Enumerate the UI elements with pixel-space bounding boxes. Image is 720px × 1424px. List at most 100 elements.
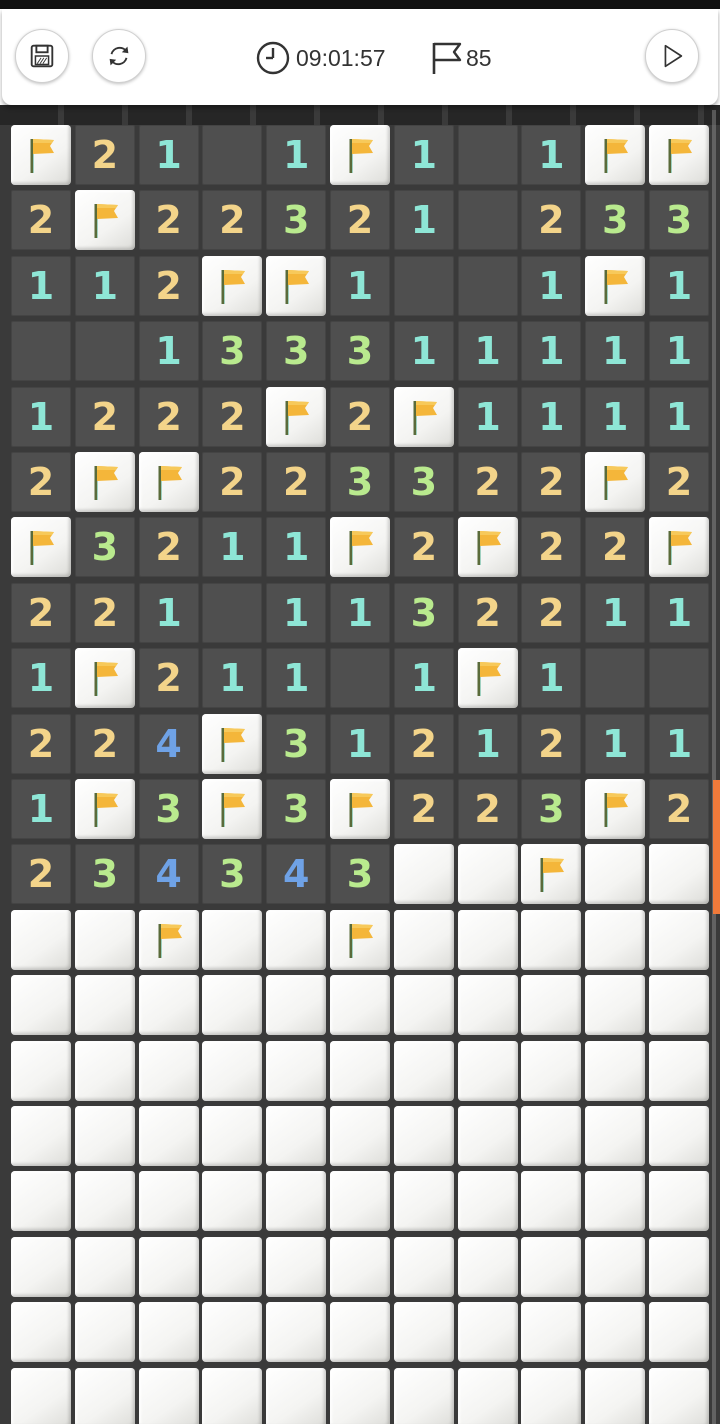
covered-cell[interactable] <box>266 1106 327 1166</box>
covered-cell[interactable] <box>202 1236 263 1297</box>
number-cell[interactable]: 1 <box>521 255 582 316</box>
number-cell[interactable]: 2 <box>521 713 582 774</box>
covered-cell[interactable] <box>649 1236 709 1297</box>
covered-cell[interactable] <box>521 1236 582 1297</box>
number-cell[interactable]: 3 <box>138 779 199 839</box>
number-cell[interactable]: 1 <box>649 321 709 382</box>
empty-cell[interactable] <box>11 321 71 382</box>
covered-cell[interactable] <box>330 1302 390 1363</box>
number-cell[interactable]: 2 <box>74 386 135 447</box>
covered-cell[interactable] <box>585 909 646 970</box>
number-cell[interactable]: 2 <box>521 582 582 643</box>
number-cell[interactable]: 2 <box>202 386 263 447</box>
flagged-cell[interactable] <box>74 648 135 709</box>
number-cell[interactable]: 1 <box>393 321 454 382</box>
covered-cell[interactable] <box>521 1171 582 1232</box>
number-cell[interactable]: 2 <box>649 452 709 512</box>
number-cell[interactable]: 1 <box>330 582 390 643</box>
number-cell[interactable]: 2 <box>11 190 71 251</box>
covered-cell[interactable] <box>649 844 709 905</box>
number-cell[interactable]: 1 <box>202 648 263 709</box>
number-cell[interactable]: 1 <box>393 648 454 709</box>
flagged-cell[interactable] <box>585 255 646 316</box>
covered-cell[interactable] <box>393 1302 454 1363</box>
number-cell[interactable]: 2 <box>649 779 709 839</box>
number-cell[interactable]: 3 <box>266 779 327 839</box>
covered-cell[interactable] <box>393 1040 454 1101</box>
covered-cell[interactable] <box>649 1106 709 1166</box>
scroll-thumb[interactable] <box>713 780 720 914</box>
number-cell[interactable]: 3 <box>202 844 263 905</box>
flagged-cell[interactable] <box>330 517 390 578</box>
flagged-cell[interactable] <box>457 517 518 578</box>
covered-cell[interactable] <box>521 1106 582 1166</box>
number-cell[interactable]: 1 <box>11 779 71 839</box>
empty-cell[interactable] <box>393 255 454 316</box>
number-cell[interactable]: 3 <box>393 452 454 512</box>
covered-cell[interactable] <box>202 1040 263 1101</box>
number-cell[interactable]: 2 <box>585 517 646 578</box>
number-cell[interactable]: 1 <box>266 648 327 709</box>
covered-cell[interactable] <box>457 1106 518 1166</box>
covered-cell[interactable] <box>202 1106 263 1166</box>
flagged-cell[interactable] <box>138 909 199 970</box>
covered-cell[interactable] <box>266 1171 327 1232</box>
number-cell[interactable]: 1 <box>521 125 582 185</box>
covered-cell[interactable] <box>74 1040 135 1101</box>
covered-cell[interactable] <box>393 844 454 905</box>
flagged-cell[interactable] <box>585 452 646 512</box>
number-cell[interactable]: 3 <box>393 582 454 643</box>
number-cell[interactable]: 1 <box>138 582 199 643</box>
covered-cell[interactable] <box>11 909 71 970</box>
covered-cell[interactable] <box>11 1171 71 1232</box>
flagged-cell[interactable] <box>202 779 263 839</box>
number-cell[interactable]: 2 <box>11 452 71 512</box>
covered-cell[interactable] <box>11 975 71 1036</box>
covered-cell[interactable] <box>393 1236 454 1297</box>
number-cell[interactable]: 1 <box>457 713 518 774</box>
play-button[interactable] <box>645 29 699 83</box>
flagged-cell[interactable] <box>585 779 646 839</box>
empty-cell[interactable] <box>330 648 390 709</box>
number-cell[interactable]: 1 <box>138 125 199 185</box>
scroll-track[interactable] <box>712 110 716 1424</box>
number-cell[interactable]: 3 <box>330 452 390 512</box>
number-cell[interactable]: 2 <box>457 582 518 643</box>
covered-cell[interactable] <box>521 975 582 1036</box>
covered-cell[interactable] <box>585 1106 646 1166</box>
flagged-cell[interactable] <box>138 452 199 512</box>
covered-cell[interactable] <box>202 975 263 1036</box>
number-cell[interactable]: 2 <box>521 517 582 578</box>
covered-cell[interactable] <box>330 1040 390 1101</box>
covered-cell[interactable] <box>266 1040 327 1101</box>
covered-cell[interactable] <box>585 1236 646 1297</box>
covered-cell[interactable] <box>521 1367 582 1424</box>
flagged-cell[interactable] <box>330 909 390 970</box>
covered-cell[interactable] <box>266 909 327 970</box>
flagged-cell[interactable] <box>649 125 709 185</box>
covered-cell[interactable] <box>457 1040 518 1101</box>
number-cell[interactable]: 3 <box>74 844 135 905</box>
covered-cell[interactable] <box>11 1106 71 1166</box>
empty-cell[interactable] <box>457 125 518 185</box>
covered-cell[interactable] <box>393 975 454 1036</box>
covered-cell[interactable] <box>393 909 454 970</box>
covered-cell[interactable] <box>11 1367 71 1424</box>
empty-cell[interactable] <box>457 190 518 251</box>
covered-cell[interactable] <box>649 1040 709 1101</box>
covered-cell[interactable] <box>330 1106 390 1166</box>
number-cell[interactable]: 2 <box>266 452 327 512</box>
number-cell[interactable]: 1 <box>330 255 390 316</box>
empty-cell[interactable] <box>202 125 263 185</box>
number-cell[interactable]: 1 <box>649 255 709 316</box>
covered-cell[interactable] <box>138 1040 199 1101</box>
covered-cell[interactable] <box>138 1236 199 1297</box>
covered-cell[interactable] <box>138 1106 199 1166</box>
covered-cell[interactable] <box>138 975 199 1036</box>
number-cell[interactable]: 2 <box>138 648 199 709</box>
number-cell[interactable]: 1 <box>649 582 709 643</box>
number-cell[interactable]: 2 <box>138 255 199 316</box>
flagged-cell[interactable] <box>330 125 390 185</box>
covered-cell[interactable] <box>393 1367 454 1424</box>
covered-cell[interactable] <box>74 975 135 1036</box>
